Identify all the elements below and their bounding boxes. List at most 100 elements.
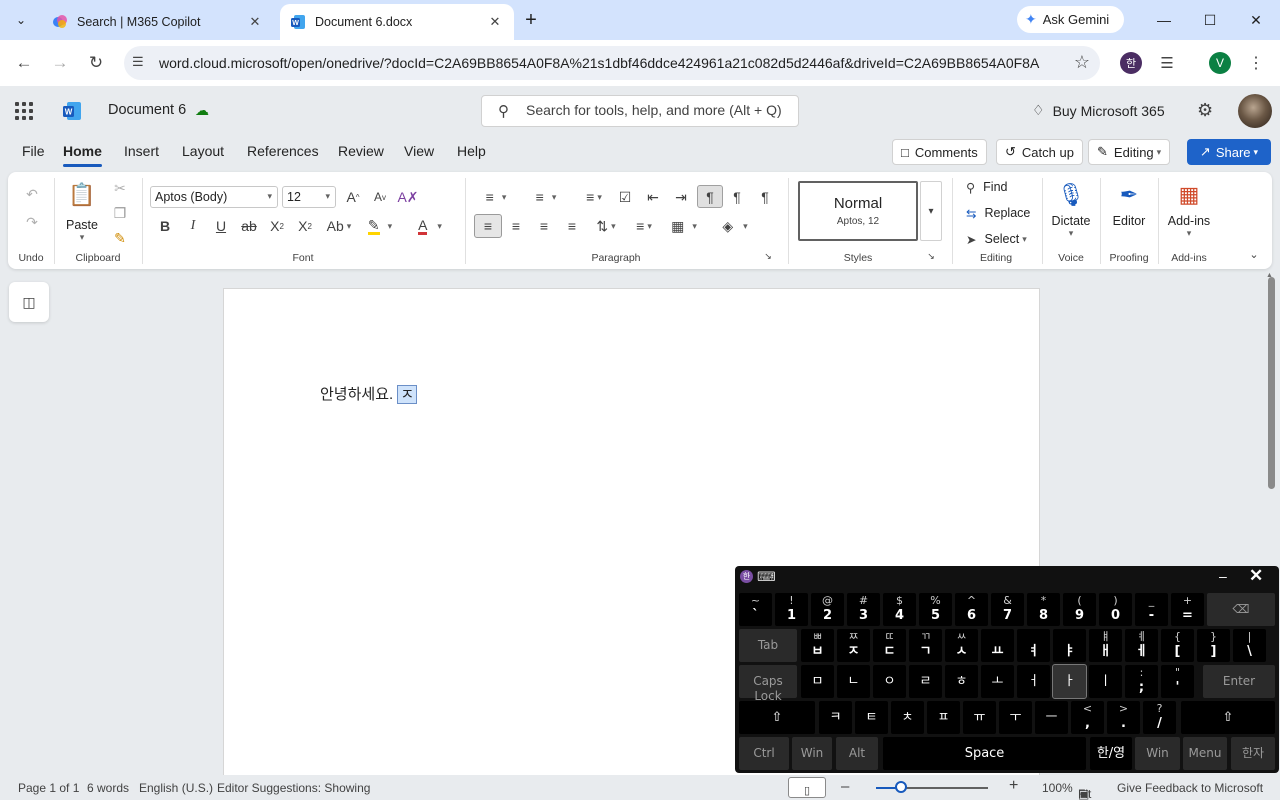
new-tab-button[interactable]: +	[520, 9, 542, 31]
font-color-icon[interactable]: A ▾	[411, 215, 449, 237]
align-center-icon[interactable]: ≡	[506, 214, 526, 238]
ltr-direction-icon[interactable]: ¶	[697, 185, 723, 208]
paragraph-settings-icon[interactable]: ↘	[762, 250, 774, 262]
left-win-key[interactable]: Win	[792, 737, 832, 770]
subscript-icon[interactable]: X2	[267, 215, 287, 237]
keyboard-key[interactable]: }]	[1197, 629, 1230, 662]
saved-cloud-icon[interactable]: ☁	[195, 102, 209, 119]
justify-icon[interactable]: ≡	[562, 214, 582, 238]
korean-ime-extension-icon[interactable]: 한	[1120, 52, 1142, 74]
keyboard-key[interactable]: ㅛ	[981, 629, 1014, 662]
keyboard-key[interactable]: ㅊ	[891, 701, 924, 734]
maximize-window-button[interactable]: ☐	[1198, 8, 1222, 32]
zoom-slider-track[interactable]	[876, 787, 988, 789]
feedback-link[interactable]: Give Feedback to Microsoft	[1117, 781, 1263, 795]
browser-tab-document[interactable]: W Document 6.docx ✕	[280, 4, 514, 40]
numbering-icon[interactable]: ≡ ▾	[528, 186, 564, 208]
caps-lock-key[interactable]: Caps Lock	[739, 665, 797, 703]
browser-menu-icon[interactable]: ⋮	[1245, 52, 1267, 74]
font-name-select[interactable]: Aptos (Body) ▾	[150, 186, 278, 208]
keyboard-key[interactable]: ㅑ	[1053, 629, 1086, 662]
back-button[interactable]: ←	[12, 51, 36, 75]
menu-key[interactable]: Menu	[1183, 737, 1227, 770]
vertical-scrollbar[interactable]	[1268, 277, 1275, 489]
align-left-icon[interactable]: ≡	[474, 214, 502, 238]
styles-gallery-expand[interactable]: ▾	[920, 181, 942, 241]
right-win-key[interactable]: Win	[1135, 737, 1180, 770]
bold-icon[interactable]: B	[155, 215, 175, 237]
share-button[interactable]: ↗ Share ▾	[1187, 139, 1271, 165]
keyboard-key[interactable]: ) 0	[1099, 593, 1132, 626]
tab-view[interactable]: View	[404, 143, 434, 159]
user-avatar[interactable]	[1238, 94, 1272, 128]
paragraph-spacing-icon[interactable]: ≡ ▾	[628, 214, 660, 238]
shrink-font-icon[interactable]: Av	[369, 186, 391, 208]
strikethrough-icon[interactable]: ab	[239, 215, 259, 237]
keyboard-key[interactable]: $4	[883, 593, 916, 626]
keyboard-key[interactable]: ㅗ	[981, 665, 1014, 698]
minimize-keyboard-icon[interactable]: –	[1219, 568, 1227, 584]
bullets-icon[interactable]: ≡ ▾	[478, 186, 514, 208]
copy-icon[interactable]: ❐	[110, 203, 130, 223]
catch-up-button[interactable]: ↺ Catch up	[996, 139, 1083, 165]
space-key[interactable]: Space	[883, 737, 1086, 770]
editing-mode-button[interactable]: ✎ Editing ▾	[1088, 139, 1171, 165]
find-button[interactable]: ⚲ Find	[966, 178, 1026, 196]
buy-microsoft-365-button[interactable]: ♢ Buy Microsoft 365	[1032, 102, 1165, 119]
keyboard-key[interactable]: ㅡ	[1035, 701, 1068, 734]
keyboard-key[interactable]: ㅌ	[855, 701, 888, 734]
keyboard-key[interactable]: :;	[1125, 665, 1158, 698]
cut-icon[interactable]: ✂	[110, 178, 130, 198]
keyboard-key[interactable]: ㅃㅂ	[801, 629, 834, 662]
styles-settings-icon[interactable]: ↘	[925, 250, 937, 262]
italic-icon[interactable]: I	[183, 215, 203, 237]
language-indicator[interactable]: English (U.S.)	[139, 781, 213, 795]
keyboard-key[interactable]: ㅏ	[1052, 664, 1087, 699]
keyboard-key[interactable]: " '	[1161, 665, 1194, 698]
paste-button[interactable]: 📋 Paste ▾	[64, 180, 100, 243]
keyboard-key[interactable]: ㄸㄷ	[873, 629, 906, 662]
reload-button[interactable]: ↻	[84, 51, 108, 75]
line-spacing-icon[interactable]: ⇅ ▾	[590, 214, 622, 238]
bookmark-star-icon[interactable]: ☆	[1074, 52, 1090, 73]
keyboard-key[interactable]: >.	[1107, 701, 1140, 734]
clear-formatting-icon[interactable]: A✗	[397, 186, 419, 208]
document-paragraph[interactable]: 안녕하세요. ㅈ	[320, 383, 418, 404]
keyboard-key[interactable]: ㅜ	[999, 701, 1032, 734]
tab-layout[interactable]: Layout	[182, 143, 224, 159]
close-tab-icon[interactable]: ✕	[486, 13, 504, 31]
address-bar[interactable]: ☰ word.cloud.microsoft/open/onedrive/?do…	[124, 46, 1100, 80]
keyboard-key[interactable]: + =	[1171, 593, 1204, 626]
add-ins-button[interactable]: ▦ Add-ins ▾	[1164, 180, 1214, 239]
zoom-in-button[interactable]: +	[1009, 777, 1018, 795]
keyboard-key[interactable]: & 7	[991, 593, 1024, 626]
checklist-icon[interactable]: ☑	[615, 186, 635, 208]
editor-button[interactable]: ✒ Editor	[1108, 180, 1150, 228]
keyboard-key[interactable]: ㅒㅐ	[1089, 629, 1122, 662]
keyboard-key[interactable]: ㄹ	[909, 665, 942, 698]
tab-search-button[interactable]: ⌄	[8, 8, 34, 32]
zoom-out-button[interactable]: –	[841, 778, 849, 795]
close-keyboard-icon[interactable]: ✕	[1249, 566, 1263, 586]
tab-help[interactable]: Help	[457, 143, 486, 159]
keyboard-key[interactable]: ㅣ	[1089, 665, 1122, 698]
underline-icon[interactable]: U	[211, 215, 231, 237]
keyboard-key[interactable]: % 5	[919, 593, 952, 626]
keyboard-key[interactable]: ㅍ	[927, 701, 960, 734]
keyboard-key[interactable]: ㄴ	[837, 665, 870, 698]
keyboard-key[interactable]: ㅕ	[1017, 629, 1050, 662]
minimize-window-button[interactable]: —	[1152, 8, 1176, 32]
site-info-icon[interactable]: ☰	[132, 54, 144, 70]
url-text[interactable]: word.cloud.microsoft/open/onedrive/?docI…	[159, 55, 1039, 71]
font-size-select[interactable]: 12 ▾	[282, 186, 336, 208]
tab-review[interactable]: Review	[338, 143, 384, 159]
keyboard-key[interactable]: ㅁ	[801, 665, 834, 698]
tab-key[interactable]: Tab	[739, 629, 797, 662]
increase-indent-icon[interactable]: ⇥	[671, 186, 691, 208]
keyboard-key[interactable]: ㅉㅈ	[837, 629, 870, 662]
tab-home[interactable]: Home	[63, 143, 102, 167]
hanja-key[interactable]: 한자	[1231, 737, 1275, 770]
keyboard-key[interactable]: ~ `	[739, 593, 772, 626]
redo-icon[interactable]: ↷	[22, 212, 42, 232]
grow-font-icon[interactable]: A ^	[342, 186, 364, 208]
